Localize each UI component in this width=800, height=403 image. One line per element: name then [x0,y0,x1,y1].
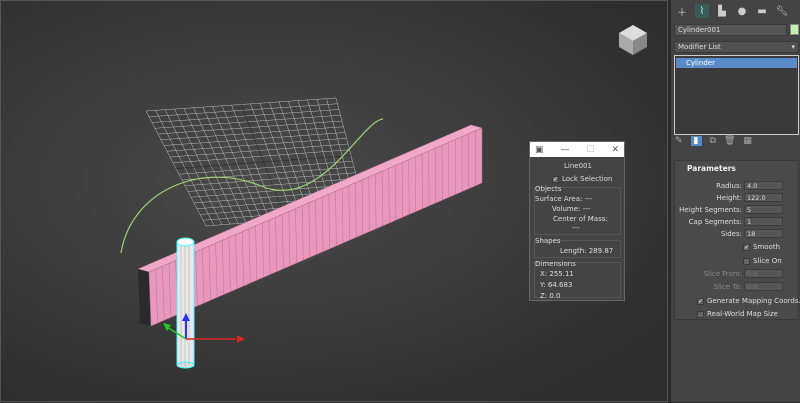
modifier-list-dropdown[interactable]: Modifier List ▾ [674,41,799,53]
transform-gizmo [163,313,245,343]
sides-spinner[interactable]: 18 [744,229,783,238]
command-panel: ＋ ⌇ ▙ ● ▬ 🔧︎ Cylinder001 Modifier List▾ … [670,0,800,402]
height-segments-label: Height Segments: [679,206,742,214]
lock-selection-checkbox[interactable]: ✓Lock Selection [552,175,612,183]
minimize-button[interactable]: — [560,145,569,155]
display-tab-icon[interactable]: ▬ [755,4,769,18]
dimensions-header: Dimensions [535,260,576,268]
real-world-map-checkbox[interactable]: Real-World Map Size [697,310,778,318]
lock-selection-label: Lock Selection [562,175,612,183]
modifier-list-label: Modifier List [678,43,721,51]
parameters-title[interactable]: Parameters [675,161,798,173]
stack-item-cylinder[interactable]: Cylinder [676,58,797,68]
center-of-mass-value: --- [572,224,580,232]
dimension-z: Z: 0.0 [540,292,561,300]
height-spinner[interactable]: 122.0 [744,193,783,202]
cylinder-object [177,238,194,368]
close-button[interactable]: ✕ [611,145,619,155]
cap-segments-label: Cap Segments: [689,218,742,226]
radius-row: Radius:4.0 [675,181,800,191]
slice-to-label: Slice To: [714,283,742,291]
modifier-stack[interactable]: Cylinder [674,55,799,135]
show-end-result-icon[interactable]: ▮ [691,136,702,146]
smooth-checkbox[interactable]: ✓Smooth [743,243,780,251]
slice-to-spinner[interactable]: 0.0 [744,282,783,291]
shapes-header: Shapes [535,237,561,245]
objects-header: Objects [535,185,561,193]
remove-modifier-icon[interactable]: 🗑︎ [724,136,735,146]
chevron-down-icon: ▾ [791,42,795,53]
app-icon: ▣ [535,145,544,155]
slice-from-row: Slice From:0.0 [675,269,800,279]
sides-row: Sides:18 [675,229,800,239]
height-row: Height:122.0 [675,193,800,203]
cap-segments-spinner[interactable]: 1 [744,217,783,226]
modify-tab-icon[interactable]: ⌇ [695,4,709,18]
height-segments-spinner[interactable]: 5 [744,205,783,214]
sides-label: Sides: [721,230,742,238]
perspective-viewport[interactable]: ▣ — ☐ ✕ Line001 ✓Lock Selection Objects … [0,0,668,402]
make-unique-icon[interactable]: ⧉ [710,136,716,146]
utilities-tab-icon[interactable]: 🔧︎ [775,4,789,18]
motion-tab-icon[interactable]: ● [735,4,749,18]
create-tab-icon[interactable]: ＋ [675,4,689,18]
real-world-map-label: Real-World Map Size [707,310,778,318]
parameters-rollout: Parameters Radius:4.0 Height:122.0 Heigh… [674,160,799,320]
radius-label: Radius: [716,182,742,190]
slice-on-label: Slice On [753,257,782,265]
cap-segments-row: Cap Segments:1 [675,217,800,227]
slice-to-row: Slice To:0.0 [675,282,800,292]
volume: Volume: --- [552,205,590,213]
slice-from-spinner[interactable]: 0.0 [744,269,783,278]
height-label: Height: [717,194,743,202]
pin-stack-icon[interactable]: ✎ [675,136,683,146]
hierarchy-tab-icon[interactable]: ▙ [715,4,729,18]
dialog-object-name: Line001 [530,162,626,170]
generate-mapping-label: Generate Mapping Coords. [707,297,800,305]
smooth-label: Smooth [753,243,780,251]
radius-spinner[interactable]: 4.0 [744,181,783,190]
dialog-titlebar[interactable]: ▣ — ☐ ✕ [530,142,624,157]
length-value: Length: 289.87 [560,247,613,255]
object-name-input[interactable]: Cylinder001 [674,24,787,36]
viewcube [619,25,647,55]
slice-from-label: Slice From: [704,270,742,278]
height-segments-row: Height Segments:5 [675,205,800,215]
center-of-mass: Center of Mass: [553,215,608,223]
measure-dialog: ▣ — ☐ ✕ Line001 ✓Lock Selection Objects … [529,141,625,301]
configure-sets-icon[interactable]: ▦ [743,136,752,146]
slice-on-checkbox[interactable]: Slice On [743,257,782,265]
object-color-swatch[interactable] [790,24,799,35]
maximize-button[interactable]: ☐ [586,145,594,155]
dimension-x: X: 255.11 [540,270,574,278]
generate-mapping-checkbox[interactable]: ✓Generate Mapping Coords. [697,297,800,305]
surface-area: Surface Area: --- [535,195,592,203]
dimension-y: Y: 64.683 [540,281,572,289]
